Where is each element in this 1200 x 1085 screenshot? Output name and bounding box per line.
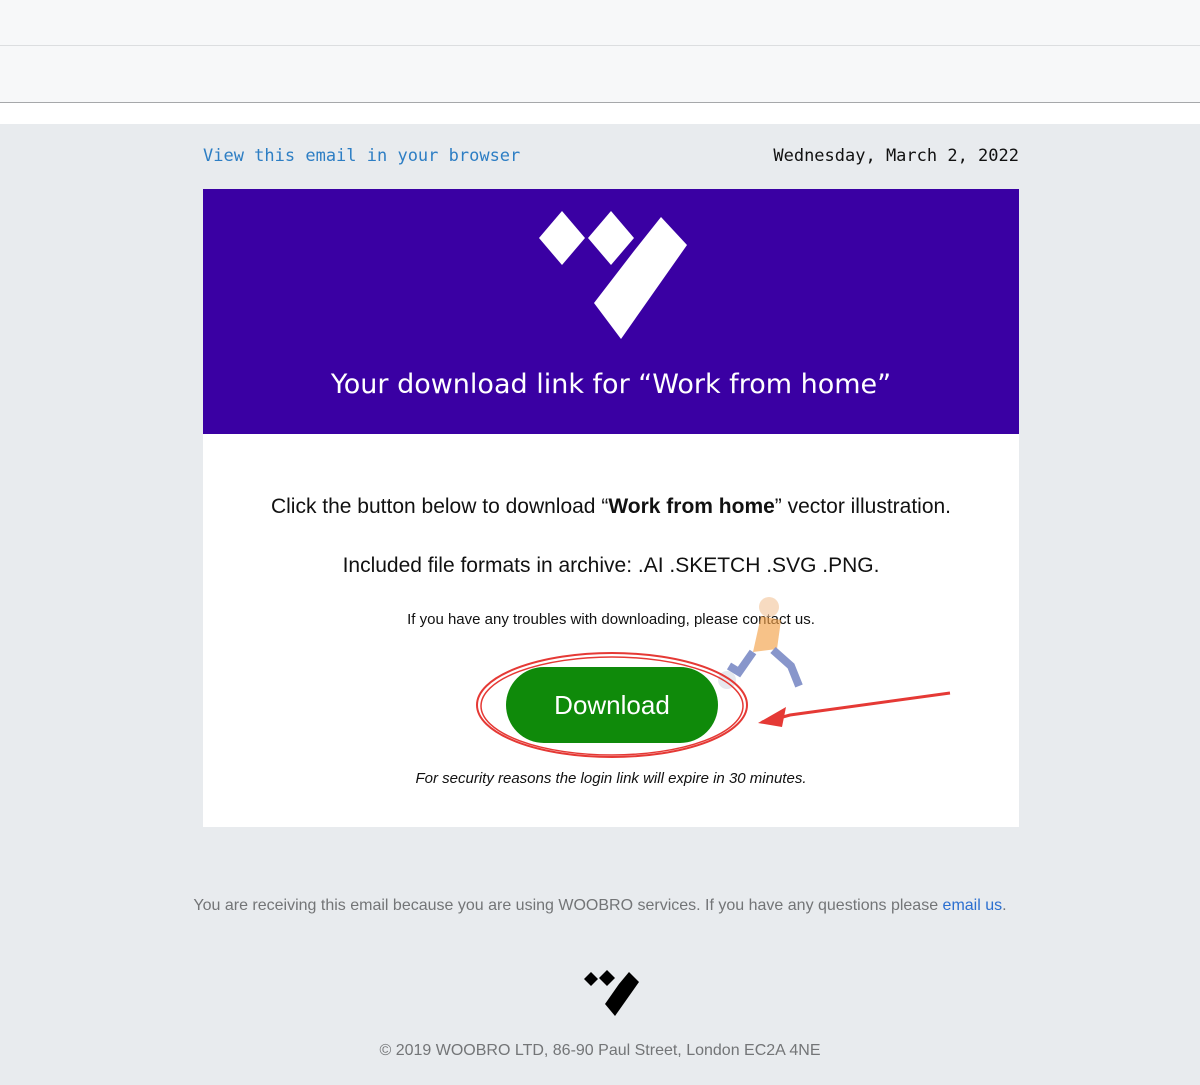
troubles-text: If you have any troubles with downloadin… (407, 611, 815, 628)
hero-banner: Your download link for “Work from home” (203, 189, 1019, 434)
email-header-bar (0, 46, 1200, 103)
content-card: Click the button below to download “Work… (203, 434, 1019, 827)
security-note: For security reasons the login link will… (415, 770, 807, 787)
download-button[interactable]: Download (506, 667, 718, 743)
email-us-link[interactable]: email us (943, 897, 1003, 914)
email-date: Wednesday, March 2, 2022 (773, 146, 1019, 166)
footer-logo-icon (584, 970, 639, 1016)
browser-toolbar (0, 0, 1200, 46)
illustration-name: Work from home (608, 495, 775, 518)
view-in-browser-link[interactable]: View this email in your browser (203, 146, 520, 166)
footer-text: You are receiving this email because you… (193, 897, 1007, 914)
preheader: View this email in your browser Wednesda… (203, 146, 1019, 168)
hero-title: Your download link for “Work from home” (330, 369, 892, 400)
download-instruction: Click the button below to download “Work… (270, 495, 952, 518)
woobro-logo-icon (539, 211, 687, 339)
annotation-arrow (758, 691, 951, 727)
file-formats-text: Included file formats in archive: .AI .S… (342, 554, 880, 577)
copyright: © 2019 WOOBRO LTD, 86-90 Paul Street, Lo… (379, 1042, 821, 1059)
